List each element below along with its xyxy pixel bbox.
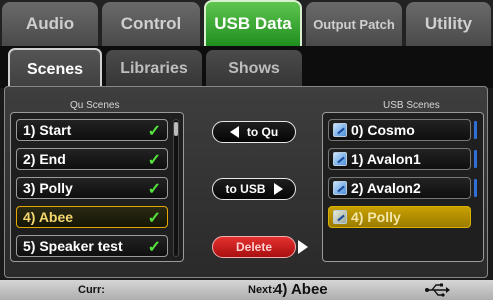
usb-connection-icon [425, 283, 450, 297]
delete-label: Delete [235, 240, 273, 254]
usb-scene-indicator [474, 150, 477, 168]
tab-libraries[interactable]: Libraries [106, 50, 202, 88]
tab-scenes[interactable]: Scenes [8, 48, 102, 90]
scene-name: 0) Cosmo [351, 122, 415, 138]
check-icon: ✓ [147, 152, 161, 169]
scene-name: 5) Speaker test [23, 238, 123, 254]
tab-output-patch[interactable]: Output Patch [306, 2, 402, 46]
usb-scene-icon [333, 152, 347, 166]
status-bar: Curr: Next: 4) Abee [0, 280, 493, 300]
to-qu-label: to Qu [246, 125, 279, 139]
to-qu-button[interactable]: to Qu [212, 121, 296, 143]
scrollbar-thumb[interactable] [174, 122, 178, 136]
usb-scene-icon [333, 181, 347, 195]
scene-name: 1) Avalon1 [351, 151, 421, 167]
qu-scene-item[interactable]: 2) End ✓ [16, 148, 168, 170]
next-scene-value: 4) Abee [274, 281, 328, 298]
qu-scenes-scrollbar[interactable] [173, 119, 179, 257]
qu-scene-item[interactable]: 3) Polly ✓ [16, 177, 168, 199]
usb-scenes-label: USB Scenes [383, 100, 440, 111]
current-scene-label: Curr: [78, 284, 105, 296]
tab-shows[interactable]: Shows [206, 50, 302, 88]
scene-name: 4) Polly [351, 209, 401, 225]
check-icon: ✓ [147, 181, 161, 198]
usb-scene-indicator [474, 121, 477, 139]
usb-scene-item[interactable]: 0) Cosmo [328, 119, 471, 141]
tab-audio[interactable]: Audio [2, 2, 98, 46]
usb-scene-item[interactable]: 2) Avalon2 [328, 177, 471, 199]
check-icon: ✓ [147, 123, 161, 140]
scene-name: 1) Start [23, 122, 72, 138]
qu-scene-item-selected[interactable]: 4) Abee ✓ [16, 206, 168, 228]
delete-button[interactable]: Delete [212, 236, 296, 258]
sub-tab-bar: Scenes Libraries Shows [0, 46, 493, 90]
usb-scene-indicator [474, 179, 477, 197]
arrow-right-icon [273, 183, 283, 195]
delete-arrow-icon [298, 240, 308, 254]
scene-name: 3) Polly [23, 180, 73, 196]
qu-scenes-label: Qu Scenes [70, 100, 120, 111]
qu-scene-item[interactable]: 1) Start ✓ [16, 119, 168, 141]
usb-scene-item-highlighted[interactable]: 4) Polly [328, 206, 471, 228]
tab-usb-data[interactable]: USB Data [204, 0, 302, 46]
check-icon: ✓ [147, 210, 161, 227]
scene-name: 2) End [23, 151, 66, 167]
to-usb-button[interactable]: to USB [212, 178, 296, 200]
qu-scene-item[interactable]: 5) Speaker test ✓ [16, 235, 168, 257]
usb-scenes-list[interactable]: 0) Cosmo 1) Avalon1 2) Avalon2 4) Polly [322, 112, 484, 262]
scene-name: 4) Abee [23, 209, 74, 225]
usb-scene-icon [333, 123, 347, 137]
qu-scenes-list[interactable]: 1) Start ✓ 2) End ✓ 3) Polly ✓ 4) Abee ✓… [10, 112, 184, 262]
tab-utility[interactable]: Utility [406, 2, 491, 46]
top-tab-bar: Audio Control USB Data Output Patch Util… [0, 0, 493, 46]
scene-name: 2) Avalon2 [351, 180, 421, 196]
to-usb-label: to USB [225, 182, 266, 196]
usb-scene-item[interactable]: 1) Avalon1 [328, 148, 471, 170]
check-icon: ✓ [147, 239, 161, 256]
arrow-left-icon [229, 126, 239, 138]
usb-scene-icon [333, 210, 347, 224]
next-scene-label: Next: [248, 284, 276, 296]
tab-control[interactable]: Control [102, 2, 200, 46]
